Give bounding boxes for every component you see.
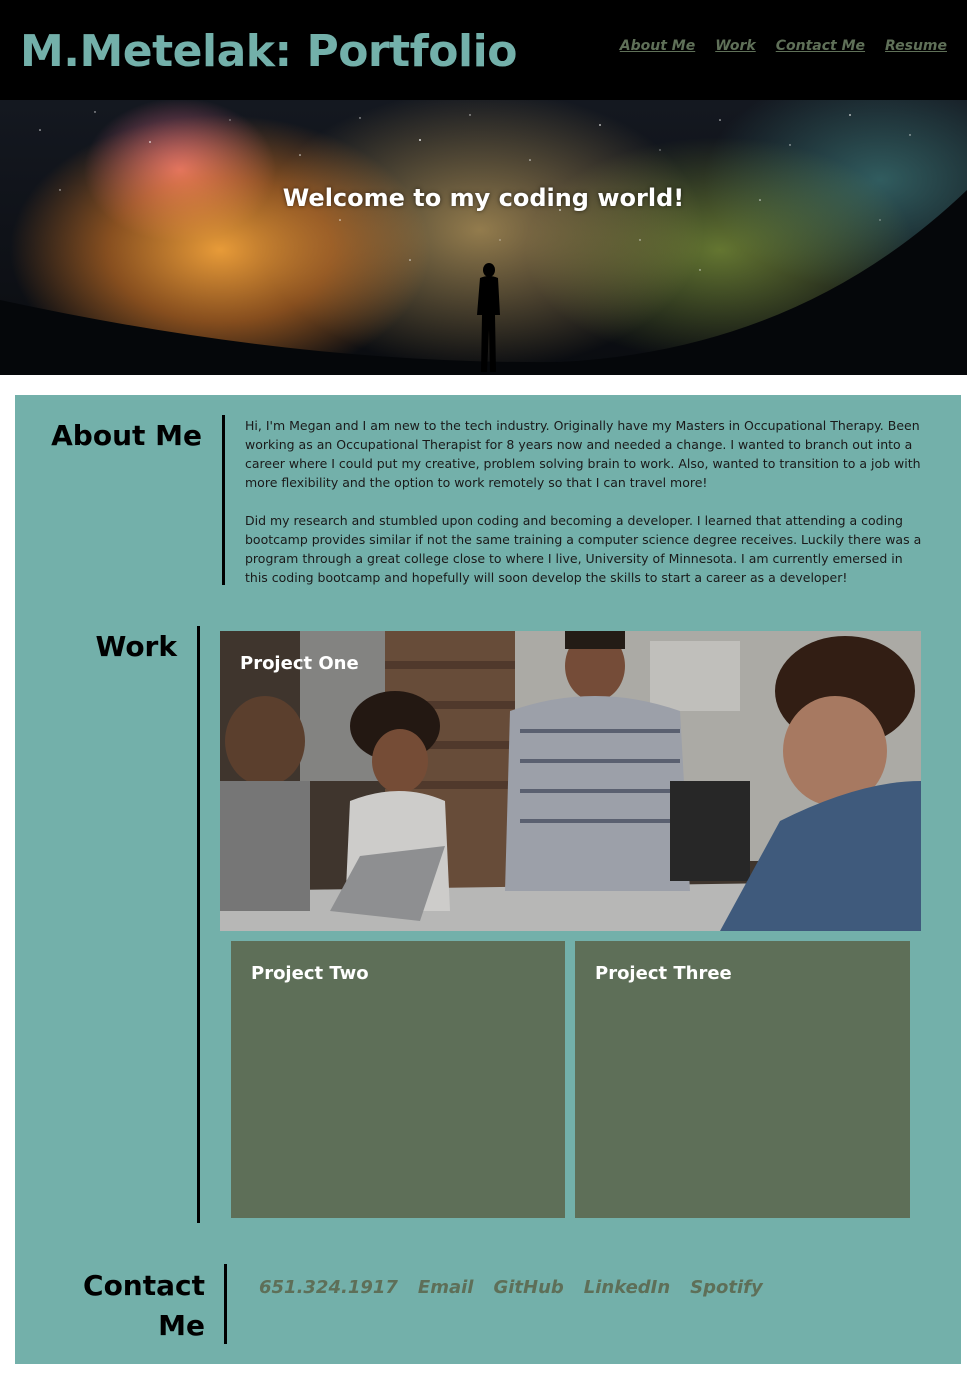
project-two-card[interactable]: Project Two: [231, 941, 565, 1218]
work-heading: Work: [95, 630, 177, 663]
nav-about-me[interactable]: About Me: [620, 38, 695, 54]
site-title: M.Metelak: Portfolio: [20, 26, 517, 77]
about-heading: About Me: [51, 419, 202, 452]
project-three-label: Project Three: [595, 963, 732, 984]
work-divider: [197, 626, 200, 1223]
contact-linkedin-link[interactable]: LinkedIn: [584, 1277, 670, 1298]
hero-night-sky-image: [0, 111, 967, 375]
hero-banner: Welcome to my coding world!: [0, 100, 967, 375]
project-two-label: Project Two: [251, 963, 369, 984]
contact-heading: Contact Me: [15, 1266, 205, 1346]
hero-welcome-text: Welcome to my coding world!: [282, 184, 685, 212]
main-content: About Me Hi, I'm Megan and I am new to t…: [15, 395, 961, 1364]
contact-email-link[interactable]: Email: [418, 1277, 474, 1298]
contact-heading-line-1: Contact: [83, 1269, 205, 1302]
contact-spotify-link[interactable]: Spotify: [690, 1277, 763, 1298]
project-one-team-photo: [220, 631, 921, 931]
about-paragraph-2: Did my research and stumbled upon coding…: [245, 513, 922, 585]
main-nav: About Me Work Contact Me Resume: [620, 38, 947, 54]
project-three-card[interactable]: Project Three: [575, 941, 910, 1218]
about-divider: [222, 415, 225, 585]
project-one-card[interactable]: Project One: [220, 631, 921, 931]
project-one-label: Project One: [240, 653, 359, 674]
contact-links: 651.324.1917 Email GitHub LinkedIn Spoti…: [259, 1277, 763, 1298]
about-paragraph-1: Hi, I'm Megan and I am new to the tech i…: [245, 418, 921, 490]
contact-heading-line-2: Me: [158, 1309, 205, 1342]
nav-resume[interactable]: Resume: [885, 38, 947, 54]
contact-github-link[interactable]: GitHub: [493, 1277, 563, 1298]
about-text: Hi, I'm Megan and I am new to the tech i…: [245, 416, 927, 606]
nav-contact-me[interactable]: Contact Me: [776, 38, 865, 54]
contact-divider: [224, 1264, 227, 1344]
nav-work[interactable]: Work: [715, 38, 756, 54]
contact-phone-link[interactable]: 651.324.1917: [259, 1277, 398, 1298]
site-header: M.Metelak: Portfolio About Me Work Conta…: [0, 0, 967, 100]
